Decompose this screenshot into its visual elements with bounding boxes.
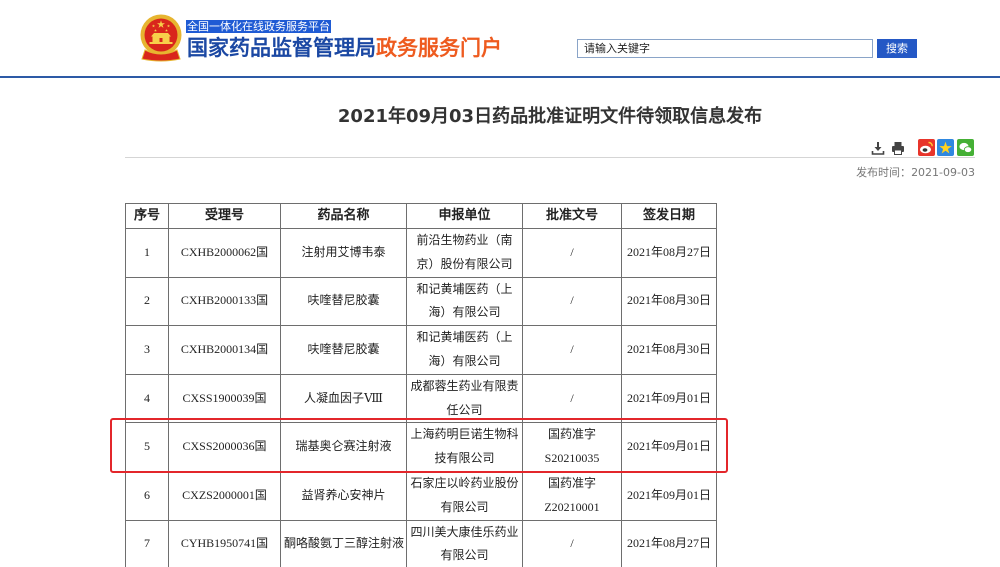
table-row: 1 CXHB2000062国 注射用艾博韦泰 前沿生物药业（南京）股份有限公司 … xyxy=(125,228,717,278)
table-row: 2 CXHB2000133国 呋喹替尼胶囊 和记黄埔医药（上海）有限公司 / 2… xyxy=(125,276,717,327)
cell-seq: 4 xyxy=(125,373,169,424)
cell-issue-date: 2021年08月27日 xyxy=(621,519,717,567)
cell-issue-date: 2021年09月01日 xyxy=(621,373,717,424)
wechat-icon[interactable] xyxy=(957,139,974,156)
cell-seq: 1 xyxy=(125,228,169,278)
cell-issue-date: 2021年08月27日 xyxy=(621,228,717,278)
approval-documents-table: 序号 受理号 药品名称 申报单位 批准文号 签发日期 1 CXHB2000062… xyxy=(125,203,717,567)
table-row: 6 CXZS2000001国 益肾养心安神片 石家庄以岭药业股份有限公司 国药准… xyxy=(125,470,717,521)
site-header: 全国一体化在线政务服务平台 国家药品监督管理局政务服务门户 搜索 xyxy=(0,0,1000,76)
site-title: 国家药品监督管理局政务服务门户 xyxy=(187,35,502,61)
column-header-drug-name: 药品名称 xyxy=(280,203,407,229)
column-header-approval-no: 批准文号 xyxy=(522,203,622,229)
cell-seq: 6 xyxy=(125,470,169,521)
cell-applicant: 和记黄埔医药（上海）有限公司 xyxy=(406,276,523,327)
column-header-acceptance-no: 受理号 xyxy=(168,203,281,229)
cell-drug-name: 呋喹替尼胶囊 xyxy=(280,276,407,327)
cell-applicant: 石家庄以岭药业股份有限公司 xyxy=(406,470,523,521)
site-title-suffix: 政务服务门户 xyxy=(376,36,502,60)
qzone-icon[interactable] xyxy=(937,139,954,156)
column-header-seq: 序号 xyxy=(125,203,169,229)
cell-acceptance-no: CXHB2000062国 xyxy=(168,228,281,278)
cell-applicant: 四川美大康佳乐药业有限公司 xyxy=(406,519,523,567)
cell-issue-date: 2021年09月01日 xyxy=(621,470,717,521)
publish-time: 发布时间：2021-09-03 xyxy=(856,166,975,180)
table-row: 4 CXSS1900039国 人凝血因子Ⅷ 成都蓉生药业有限责任公司 / 202… xyxy=(125,373,717,424)
cell-acceptance-no: CXHB2000134国 xyxy=(168,325,281,375)
cell-approval-no: 国药准字Z20210001 xyxy=(522,470,622,521)
site-title-main: 国家药品监督管理局 xyxy=(187,36,376,60)
search-button[interactable]: 搜索 xyxy=(877,39,917,58)
cell-approval-no: / xyxy=(522,276,622,327)
cell-drug-name: 益肾养心安神片 xyxy=(280,470,407,521)
site-logo-link[interactable]: 全国一体化在线政务服务平台 国家药品监督管理局政务服务门户 xyxy=(139,14,509,64)
cell-seq: 2 xyxy=(125,276,169,327)
weibo-icon[interactable] xyxy=(918,139,935,156)
cell-applicant: 上海药明巨诺生物科技有限公司 xyxy=(406,422,523,472)
cell-drug-name: 瑞基奥仑赛注射液 xyxy=(280,422,407,472)
cell-issue-date: 2021年09月01日 xyxy=(621,422,717,472)
cell-drug-name: 注射用艾博韦泰 xyxy=(280,228,407,278)
cell-applicant: 前沿生物药业（南京）股份有限公司 xyxy=(406,228,523,278)
table-row: 3 CXHB2000134国 呋喹替尼胶囊 和记黄埔医药（上海）有限公司 / 2… xyxy=(125,325,717,375)
table-header-row: 序号 受理号 药品名称 申报单位 批准文号 签发日期 xyxy=(125,203,717,229)
cell-approval-no: / xyxy=(522,519,622,567)
print-icon[interactable] xyxy=(891,141,905,155)
cell-seq: 5 xyxy=(125,422,169,472)
cell-acceptance-no: CXSS1900039国 xyxy=(168,373,281,424)
publish-time-value: 2021-09-03 xyxy=(911,166,975,179)
table-row: 7 CYHB1950741国 酮咯酸氨丁三醇注射液 四川美大康佳乐药业有限公司 … xyxy=(125,519,717,567)
cell-approval-no: / xyxy=(522,373,622,424)
cell-acceptance-no: CXZS2000001国 xyxy=(168,470,281,521)
publish-time-label: 发布时间： xyxy=(856,166,912,179)
page-title: 2021年09月03日药品批准证明文件待领取信息发布 xyxy=(337,106,763,127)
column-header-applicant: 申报单位 xyxy=(406,203,523,229)
column-header-issue-date: 签发日期 xyxy=(621,203,717,229)
header-divider xyxy=(0,76,1000,78)
table-row: 5 CXSS2000036国 瑞基奥仑赛注射液 上海药明巨诺生物科技有限公司 国… xyxy=(125,422,717,472)
cell-acceptance-no: CXHB2000133国 xyxy=(168,276,281,327)
search-input[interactable] xyxy=(577,39,873,58)
article-divider xyxy=(125,157,975,158)
page: 全国一体化在线政务服务平台 国家药品监督管理局政务服务门户 搜索 2021年09… xyxy=(0,0,1000,567)
cell-applicant: 成都蓉生药业有限责任公司 xyxy=(406,373,523,424)
national-emblem-icon xyxy=(139,14,183,62)
platform-tag: 全国一体化在线政务服务平台 xyxy=(186,20,331,33)
cell-acceptance-no: CYHB1950741国 xyxy=(168,519,281,567)
cell-applicant: 和记黄埔医药（上海）有限公司 xyxy=(406,325,523,375)
cell-issue-date: 2021年08月30日 xyxy=(621,325,717,375)
cell-approval-no: / xyxy=(522,325,622,375)
cell-drug-name: 人凝血因子Ⅷ xyxy=(280,373,407,424)
cell-approval-no: 国药准字S20210035 xyxy=(522,422,622,472)
download-icon[interactable] xyxy=(871,141,885,155)
cell-issue-date: 2021年08月30日 xyxy=(621,276,717,327)
cell-seq: 3 xyxy=(125,325,169,375)
cell-drug-name: 酮咯酸氨丁三醇注射液 xyxy=(280,519,407,567)
cell-acceptance-no: CXSS2000036国 xyxy=(168,422,281,472)
cell-approval-no: / xyxy=(522,228,622,278)
cell-drug-name: 呋喹替尼胶囊 xyxy=(280,325,407,375)
cell-seq: 7 xyxy=(125,519,169,567)
